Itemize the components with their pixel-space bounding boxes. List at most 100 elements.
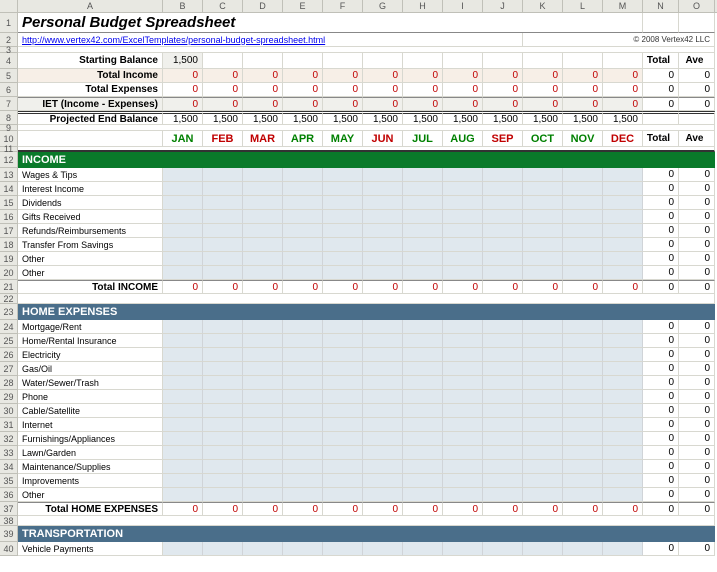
cell[interactable] [203,266,243,280]
total_expenses-month[interactable]: 0 [323,83,363,97]
cell[interactable] [203,488,243,502]
cell[interactable] [323,334,363,348]
projected-month[interactable]: 1,500 [163,111,203,125]
cell[interactable] [523,376,563,390]
cell[interactable] [283,266,323,280]
cell[interactable] [523,390,563,404]
row-header[interactable]: 1 [0,13,18,33]
total_expenses-month[interactable]: 0 [443,83,483,97]
cell[interactable] [523,348,563,362]
cell[interactable] [603,168,643,182]
cell[interactable] [243,182,283,196]
projected-month[interactable]: 1,500 [563,111,603,125]
cell[interactable] [483,376,523,390]
cell[interactable] [603,474,643,488]
cell[interactable] [443,252,483,266]
cell[interactable] [243,348,283,362]
cell[interactable] [363,210,403,224]
cell[interactable] [603,320,643,334]
cell[interactable] [283,182,323,196]
cell[interactable] [323,210,363,224]
row-header[interactable]: 6 [0,83,18,97]
cell[interactable] [603,182,643,196]
cell[interactable] [523,182,563,196]
starting-balance-value[interactable]: 1,500 [163,53,203,69]
cell[interactable] [163,182,203,196]
cell[interactable] [403,224,443,238]
cell[interactable] [243,376,283,390]
cell[interactable] [323,390,363,404]
col-header[interactable]: J [483,0,523,12]
net-month[interactable]: 0 [243,97,283,111]
cell[interactable] [403,376,443,390]
row-header[interactable]: 23 [0,304,18,320]
cell[interactable] [323,446,363,460]
cell[interactable] [483,418,523,432]
cell[interactable] [203,238,243,252]
cell[interactable] [603,446,643,460]
total_income-month[interactable]: 0 [283,69,323,83]
cell[interactable] [163,224,203,238]
row-header[interactable]: 17 [0,224,18,238]
total_income-month[interactable]: 0 [563,69,603,83]
cell[interactable] [323,224,363,238]
cell[interactable] [563,238,603,252]
col-header[interactable]: I [443,0,483,12]
cell[interactable] [203,182,243,196]
cell[interactable] [203,390,243,404]
projected-month[interactable]: 1,500 [283,111,323,125]
cell[interactable] [483,542,523,556]
cell[interactable] [203,542,243,556]
cell[interactable] [243,238,283,252]
cell[interactable] [603,376,643,390]
cell[interactable] [523,404,563,418]
col-header[interactable]: H [403,0,443,12]
cell[interactable] [603,404,643,418]
cell[interactable] [203,432,243,446]
total_expenses-month[interactable]: 0 [403,83,443,97]
cell[interactable] [563,266,603,280]
cell[interactable] [363,320,403,334]
row-header[interactable]: 31 [0,418,18,432]
cell[interactable] [603,460,643,474]
net-month[interactable]: 0 [603,97,643,111]
cell[interactable] [163,348,203,362]
row-header[interactable]: 25 [0,334,18,348]
line-item-label[interactable]: Interest Income [18,182,163,196]
cell[interactable] [443,390,483,404]
cell[interactable] [163,196,203,210]
total_income-month[interactable]: 0 [443,69,483,83]
total_income-month[interactable]: 0 [483,69,523,83]
cell[interactable] [443,376,483,390]
cell[interactable] [563,404,603,418]
cell[interactable] [243,460,283,474]
cell[interactable] [243,196,283,210]
cell[interactable] [403,334,443,348]
line-item-label[interactable]: Phone [18,390,163,404]
row-header[interactable]: 40 [0,542,18,556]
cell[interactable] [523,334,563,348]
cell[interactable] [603,252,643,266]
row-header[interactable]: 38 [0,516,18,526]
cell[interactable] [203,224,243,238]
cell[interactable] [523,418,563,432]
line-item-label[interactable]: Internet [18,418,163,432]
cell[interactable] [603,418,643,432]
cell[interactable] [243,210,283,224]
cell[interactable] [603,334,643,348]
cell[interactable] [163,460,203,474]
cell[interactable] [163,542,203,556]
cell[interactable] [523,320,563,334]
cell[interactable] [283,210,323,224]
row-header[interactable]: 12 [0,152,18,168]
cell[interactable] [323,266,363,280]
cell[interactable] [323,376,363,390]
projected-month[interactable]: 1,500 [603,111,643,125]
row-header[interactable]: 36 [0,488,18,502]
cell[interactable] [483,474,523,488]
cell[interactable] [363,334,403,348]
cell[interactable] [203,320,243,334]
cell[interactable] [483,252,523,266]
net-month[interactable]: 0 [403,97,443,111]
cell[interactable] [163,432,203,446]
